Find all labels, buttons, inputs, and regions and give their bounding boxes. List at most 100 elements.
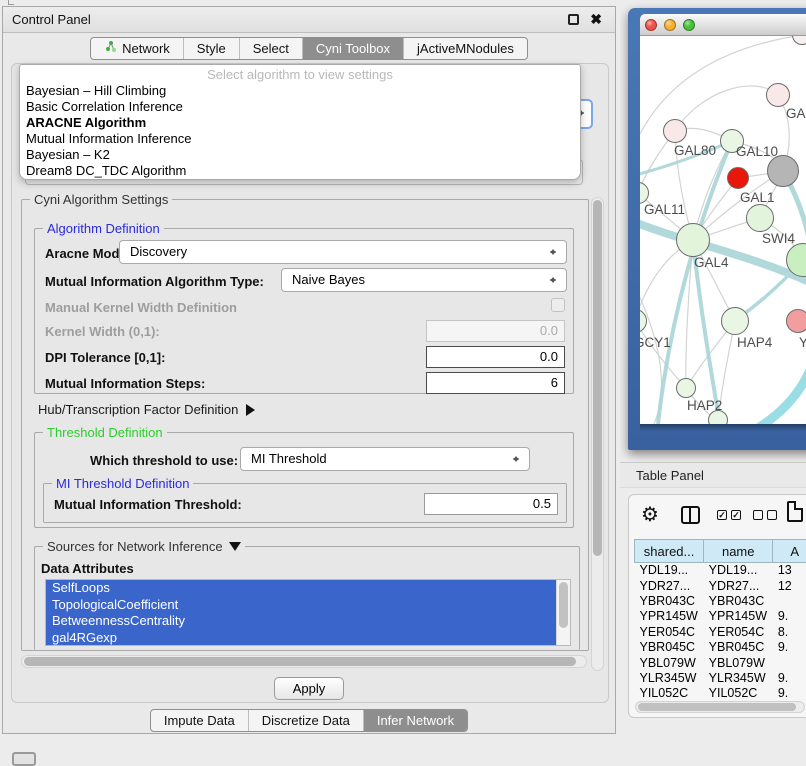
mac-minimize-button[interactable] xyxy=(664,19,676,31)
table-column-header[interactable]: name xyxy=(704,540,773,563)
network-icon xyxy=(104,38,122,60)
right-column: GALGAL80GAL10GAL11GAL1SWI4GAL4GCY1HAP4YH… xyxy=(620,0,806,762)
network-view-window[interactable]: GALGAL80GAL10GAL11GAL1SWI4GAL4GCY1HAP4YH… xyxy=(628,8,806,450)
table-cell: YBR045C xyxy=(635,639,704,654)
network-window-titlebar[interactable] xyxy=(640,14,806,36)
dpi-tolerance-label: DPI Tolerance [0,1]: xyxy=(45,350,165,365)
list-scrollbar[interactable] xyxy=(556,580,570,645)
mi-type-combo[interactable]: Naive Bayes xyxy=(281,268,567,292)
aracne-mode-combo[interactable]: Discovery xyxy=(119,240,567,264)
dropdown-item[interactable]: ARACNE Algorithm xyxy=(20,115,580,131)
tab-jactivemnodules[interactable]: jActiveMNodules xyxy=(403,38,527,59)
attribute-list-item[interactable]: gal4RGexp xyxy=(46,630,556,647)
table-cell: 13 xyxy=(773,563,806,578)
bottom-tab-discretize-data[interactable]: Discretize Data xyxy=(248,710,363,731)
attribute-list-item[interactable]: BetweennessCentrality xyxy=(46,613,556,630)
table-cell: YLR345W xyxy=(704,670,773,685)
table-row[interactable]: YLR345WYLR345W9. xyxy=(635,670,806,685)
dropdown-prompt: Select algorithm to view settings xyxy=(20,67,580,83)
table-row[interactable]: YBR043CYBR043C xyxy=(635,593,806,608)
settings-horizontal-scrollbar[interactable] xyxy=(21,655,587,668)
bottom-tab-infer-network[interactable]: Infer Network xyxy=(363,710,467,731)
unchecked-checkbox-icon[interactable] xyxy=(753,510,763,520)
tab-style[interactable]: Style xyxy=(183,38,239,59)
which-threshold-combo[interactable]: MI Threshold xyxy=(240,447,530,471)
table-row[interactable]: YPR145WYPR145W9. xyxy=(635,609,806,624)
gear-icon[interactable]: ⚙ xyxy=(641,502,659,527)
mi-threshold-input[interactable]: 0.5 xyxy=(424,493,558,515)
mi-type-value: Naive Bayes xyxy=(292,272,365,287)
sources-group: Sources for Network Inference Data Attri… xyxy=(34,546,580,650)
table-row[interactable]: YDR27...YDR27...12 xyxy=(635,578,806,593)
mi-threshold-label: Mutual Information Threshold: xyxy=(54,497,242,512)
node-label: GAL4 xyxy=(694,255,729,270)
mi-steps-input[interactable]: 6 xyxy=(426,372,565,394)
kernel-width-input[interactable]: 0.0 xyxy=(426,320,565,342)
table-cell xyxy=(773,655,806,670)
node-label: GAL xyxy=(786,106,806,121)
float-window-icon[interactable] xyxy=(568,14,579,25)
sources-title-text: Sources for Network Inference xyxy=(47,539,223,554)
network-node[interactable] xyxy=(676,378,696,398)
network-node[interactable] xyxy=(746,204,774,232)
table-column-header[interactable]: shared... xyxy=(635,540,704,563)
columns-icon[interactable] xyxy=(681,506,700,524)
table-cell: YPR145W xyxy=(704,609,773,624)
apply-button[interactable]: Apply xyxy=(274,677,344,700)
mac-zoom-button[interactable] xyxy=(683,19,695,31)
network-node[interactable] xyxy=(766,83,790,107)
unchecked-checkbox-icon[interactable] xyxy=(767,510,777,520)
table-row[interactable]: YBR045CYBR045C9. xyxy=(635,639,806,654)
table-cell: YER054C xyxy=(635,624,704,639)
dropdown-item[interactable]: Basic Correlation Inference xyxy=(20,99,580,115)
node-label: HAP4 xyxy=(737,335,772,350)
mac-close-button[interactable] xyxy=(645,19,657,31)
expand-right-icon xyxy=(246,404,261,416)
window-title: Control Panel xyxy=(12,12,91,27)
control-panel-tabbar: NetworkStyleSelectCyni ToolboxjActiveMNo… xyxy=(90,37,528,60)
table-row[interactable]: YER054CYER054C8. xyxy=(635,624,806,639)
tab-cyni-toolbox[interactable]: Cyni Toolbox xyxy=(302,38,403,59)
table-cell: YLR345W xyxy=(635,670,704,685)
table-row[interactable]: YDL19...YDL19...13 xyxy=(635,563,806,578)
network-node[interactable] xyxy=(786,309,806,333)
attribute-list-item[interactable]: SelfLoops xyxy=(46,580,556,597)
settings-scroll-area: Cyni Algorithm Settings Algorithm Defini… xyxy=(15,189,607,679)
mi-threshold-definition-group: MI Threshold Definition Mutual Informati… xyxy=(43,483,567,523)
table-cell: 8. xyxy=(773,624,806,639)
table-horizontal-scrollbar[interactable] xyxy=(635,701,805,713)
network-node[interactable] xyxy=(727,167,749,189)
network-node[interactable] xyxy=(676,223,710,257)
table-row[interactable]: YBL079WYBL079W xyxy=(635,655,806,670)
partial-bottom-toolbar-icon xyxy=(12,752,36,766)
tab-select[interactable]: Select xyxy=(239,38,302,59)
dropdown-item[interactable]: Dream8 DC_TDC Algorithm xyxy=(20,163,580,179)
checked-checkbox-icon[interactable]: ✓ xyxy=(717,510,727,520)
network-node[interactable] xyxy=(663,119,687,143)
hub-factor-expander[interactable]: Hub/Transcription Factor Definition xyxy=(38,402,261,417)
table-cell: 12 xyxy=(773,578,806,593)
table-row[interactable]: YIL052CYIL052C9. xyxy=(635,686,806,701)
attribute-list-item[interactable]: TopologicalCoefficient xyxy=(46,597,556,614)
tab-network[interactable]: Network xyxy=(91,38,183,59)
node-label: GAL80 xyxy=(674,143,716,158)
settings-vertical-scrollbar[interactable] xyxy=(591,197,604,671)
dpi-tolerance-input[interactable]: 0.0 xyxy=(426,346,565,368)
threshold-definition-title: Threshold Definition xyxy=(43,425,167,440)
table-panel-card: ⚙ ✓ ✓ shared...nameA YDL19...YDL19...13Y… xyxy=(628,494,806,718)
network-node[interactable] xyxy=(767,155,799,187)
bottom-tab-impute-data[interactable]: Impute Data xyxy=(151,710,248,731)
manual-kernel-checkbox[interactable] xyxy=(551,298,565,312)
close-icon[interactable]: ✖ xyxy=(590,11,602,28)
table-column-header[interactable]: A xyxy=(773,540,806,563)
node-label: GAL10 xyxy=(736,144,778,159)
file-icon[interactable] xyxy=(787,501,803,522)
dropdown-item[interactable]: Bayesian – K2 xyxy=(20,147,580,163)
network-node[interactable] xyxy=(721,307,749,335)
checked-checkbox-icon[interactable]: ✓ xyxy=(731,510,741,520)
window-inner-shadow xyxy=(640,424,806,431)
dropdown-item[interactable]: Bayesian – Hill Climbing xyxy=(20,83,580,99)
network-canvas[interactable]: GALGAL80GAL10GAL11GAL1SWI4GAL4GCY1HAP4YH… xyxy=(640,36,806,424)
dropdown-item[interactable]: Mutual Information Inference xyxy=(20,131,580,147)
table-cell: YDL19... xyxy=(635,563,704,578)
